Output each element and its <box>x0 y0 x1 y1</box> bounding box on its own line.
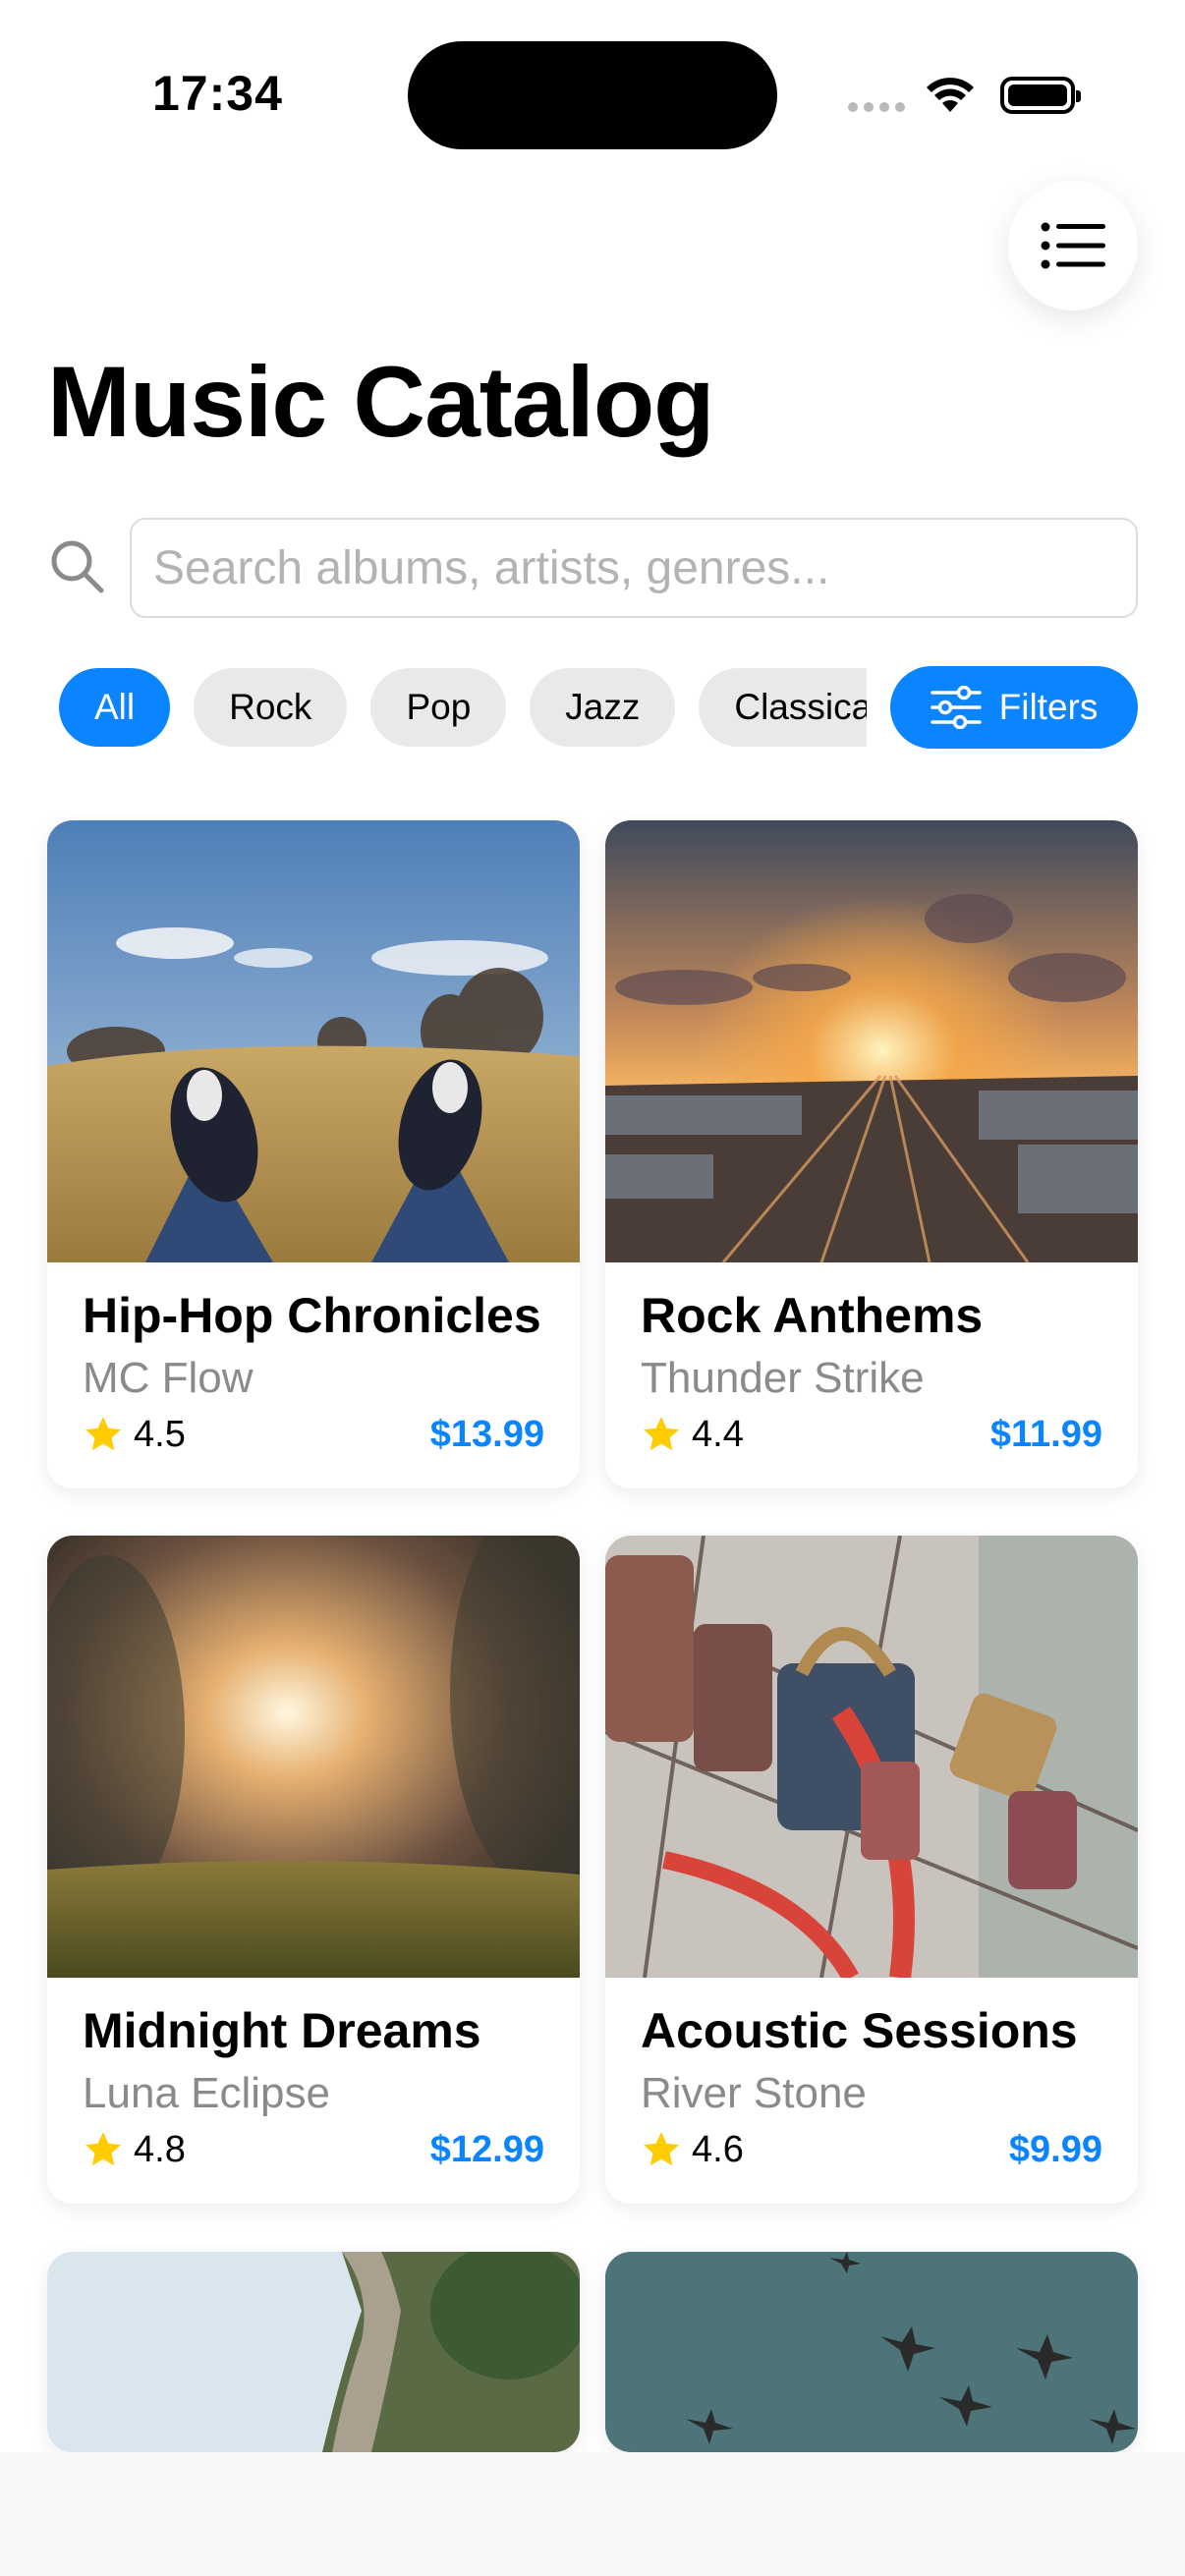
album-card-5[interactable] <box>47 2252 580 2452</box>
album-rating: 4.5 <box>83 1414 186 1456</box>
album-cover-image <box>47 1536 580 1978</box>
battery-icon <box>1000 77 1081 114</box>
album-artist: Luna Eclipse <box>83 2068 330 2117</box>
album-title: Midnight Dreams <box>83 2003 481 2058</box>
album-artist: MC Flow <box>83 1353 254 1402</box>
status-time: 17:34 <box>152 66 283 121</box>
dynamic-island <box>408 41 777 149</box>
rating-value: 4.5 <box>134 1413 186 1455</box>
album-price: $9.99 <box>1008 2128 1102 2170</box>
album-cover-image <box>47 2252 580 2452</box>
album-artist: Thunder Strike <box>641 1353 925 1402</box>
star-icon <box>85 2132 122 2166</box>
list-menu-button[interactable] <box>1008 181 1138 310</box>
filters-label: Filters <box>998 687 1099 727</box>
album-cover-image <box>605 820 1138 1262</box>
genre-chips-scroller[interactable]: All Rock Pop Jazz Classical <box>59 668 867 747</box>
album-card-hip-hop-chronicles[interactable]: Hip-Hop Chronicles MC Flow 4.5 $13.99 <box>47 820 580 1488</box>
rating-value: 4.4 <box>692 1413 744 1455</box>
genre-chip-pop[interactable]: Pop <box>370 668 507 747</box>
rating-value: 4.8 <box>134 2128 186 2170</box>
list-icon <box>1041 222 1105 269</box>
album-title: Rock Anthems <box>641 1288 984 1343</box>
search-input[interactable] <box>130 518 1138 618</box>
filters-button[interactable]: Filters <box>890 666 1138 749</box>
album-price: $13.99 <box>429 1413 544 1455</box>
sliders-icon <box>930 686 982 729</box>
page-title: Music Catalog <box>47 346 714 458</box>
album-rating: 4.6 <box>641 2129 744 2171</box>
album-cover-image <box>47 820 580 1262</box>
star-icon <box>643 2132 680 2166</box>
album-price: $12.99 <box>429 2128 544 2170</box>
genre-chip-jazz[interactable]: Jazz <box>530 668 676 747</box>
album-rating: 4.8 <box>83 2129 186 2171</box>
album-card-rock-anthems[interactable]: Rock Anthems Thunder Strike 4.4 $11.99 <box>605 820 1138 1488</box>
album-price: $11.99 <box>989 1413 1102 1455</box>
genre-chip-rock[interactable]: Rock <box>194 668 348 747</box>
wifi-icon <box>927 78 974 112</box>
album-title: Acoustic Sessions <box>641 2003 1078 2058</box>
search-icon <box>51 540 104 593</box>
album-card-6[interactable] <box>605 2252 1138 2452</box>
album-card-acoustic-sessions[interactable]: Acoustic Sessions River Stone 4.6 $9.99 <box>605 1536 1138 2204</box>
rating-value: 4.6 <box>692 2128 744 2170</box>
genre-chip-classical[interactable]: Classical <box>699 668 867 747</box>
album-artist: River Stone <box>641 2068 867 2117</box>
album-cover-image <box>605 1536 1138 1978</box>
genre-chip-all[interactable]: All <box>59 668 171 747</box>
album-title: Hip-Hop Chronicles <box>83 1288 541 1343</box>
star-icon <box>643 1417 680 1451</box>
album-cover-image <box>605 2252 1138 2452</box>
star-icon <box>85 1417 122 1451</box>
bottom-area <box>0 2452 1185 2576</box>
album-rating: 4.4 <box>641 1414 744 1456</box>
cellular-signal-icon <box>848 102 905 112</box>
album-card-midnight-dreams[interactable]: Midnight Dreams Luna Eclipse 4.8 $12.99 <box>47 1536 580 2204</box>
